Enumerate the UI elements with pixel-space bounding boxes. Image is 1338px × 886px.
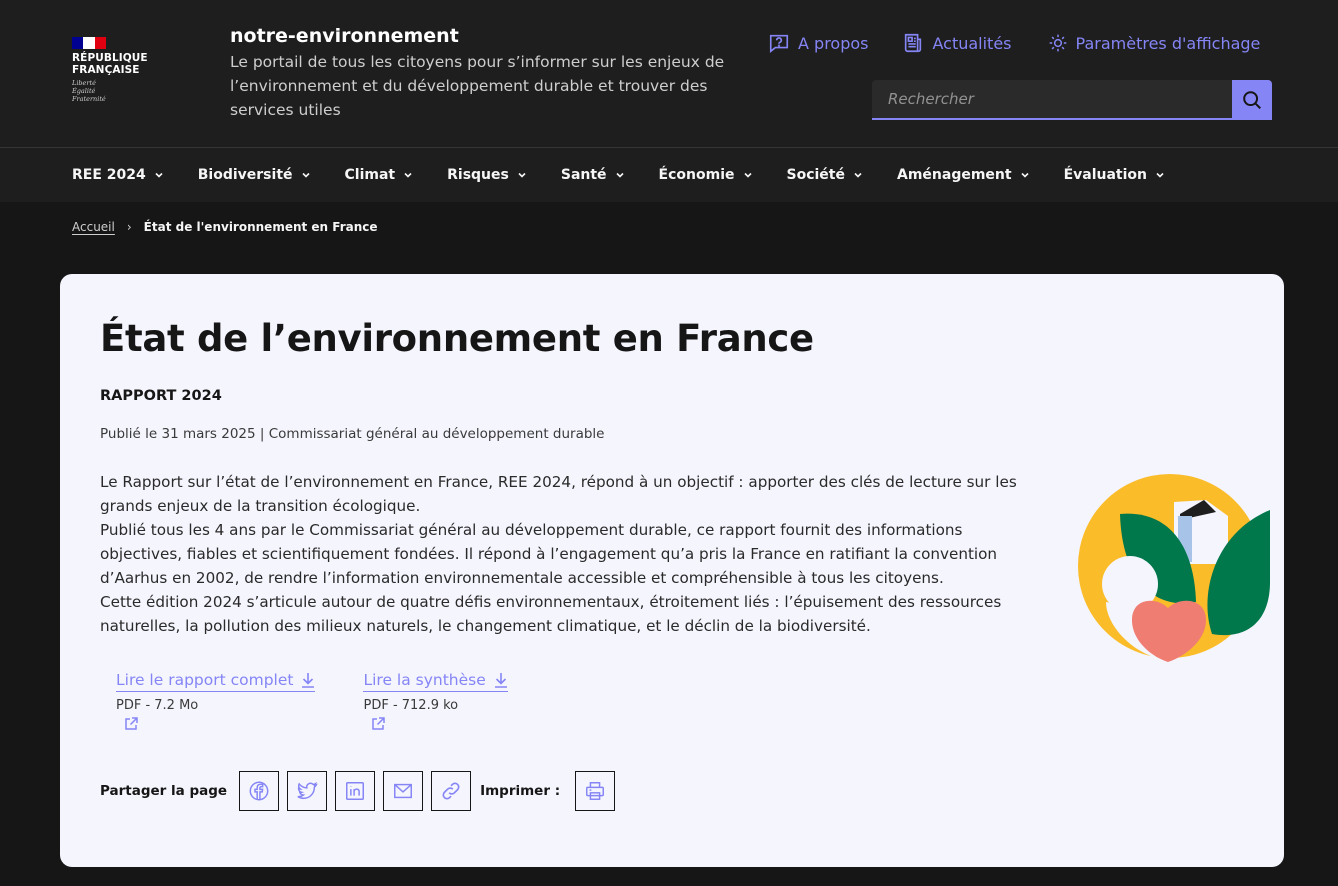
print-button[interactable] (575, 771, 616, 811)
mail-icon (394, 783, 413, 799)
logo-title: RÉPUBLIQUE FRANÇAISE (72, 52, 148, 76)
news-label: Actualités (932, 33, 1012, 53)
nav-label: Climat (344, 167, 396, 183)
download-synthesis-link[interactable]: Lire la synthèse (363, 671, 508, 692)
header: RÉPUBLIQUE FRANÇAISE Liberté Égalité Fra… (0, 0, 1338, 147)
copy-link-button[interactable] (431, 771, 472, 811)
print-label: Imprimer : (480, 783, 561, 799)
printer-icon (586, 782, 605, 800)
main-navigation: REE 2024 Biodiversité Climat Risques San… (0, 147, 1338, 202)
chevron-down-icon (155, 172, 163, 178)
share-twitter-button[interactable] (287, 771, 328, 811)
search-icon (1243, 91, 1261, 109)
search-input[interactable] (872, 80, 1232, 120)
twitter-icon (297, 781, 318, 800)
newspaper-icon (905, 33, 922, 53)
facebook-icon (249, 781, 269, 801)
nav-label: Société (786, 167, 845, 183)
share-facebook-button[interactable] (239, 771, 280, 811)
nav-item-economie[interactable]: Économie (659, 167, 753, 183)
download-synthesis: Lire la synthèse PDF - 712.9 ko (363, 670, 508, 731)
page-title: État de l’environnement en France (100, 317, 814, 360)
display-settings-button[interactable]: Paramètres d'affichage (1048, 33, 1261, 53)
logo-motto: Liberté Égalité Fraternité (72, 79, 106, 103)
download-label: Lire le rapport complet (116, 671, 294, 689)
description-paragraph: Le Rapport sur l’état de l’environnement… (100, 473, 1017, 515)
share-label: Partager la page (100, 783, 228, 799)
share-bar: Partager la page Imprimer : (100, 771, 623, 811)
service-title[interactable]: notre-environnement (230, 24, 730, 48)
nav-item-evaluation[interactable]: Évaluation (1064, 167, 1165, 183)
chevron-right-icon: › (126, 220, 132, 234)
nav-label: REE 2024 (72, 167, 146, 183)
download-icon (302, 673, 315, 688)
breadcrumb: Accueil › État de l'environnement en Fra… (72, 220, 378, 234)
download-file-info: PDF - 712.9 ko (363, 698, 459, 713)
nav-item-societe[interactable]: Société (787, 167, 863, 183)
environment-illustration (1078, 474, 1270, 662)
about-label: A propos (798, 33, 869, 53)
chevron-down-icon (1021, 172, 1029, 178)
chevron-down-icon (518, 172, 526, 178)
display-settings-label: Paramètres d'affichage (1075, 33, 1261, 53)
content-card: État de l’environnement en France RAPPOR… (60, 274, 1284, 867)
description-paragraph: Publié tous les 4 ans par le Commissaria… (100, 521, 998, 587)
chevron-down-icon (1156, 172, 1164, 178)
chevron-down-icon (854, 172, 862, 178)
download-full-report-link[interactable]: Lire le rapport complet (116, 671, 316, 692)
description-paragraph: Cette édition 2024 s’articule autour de … (100, 593, 1002, 635)
republique-francaise-logo[interactable]: RÉPUBLIQUE FRANÇAISE Liberté Égalité Fra… (72, 37, 162, 103)
download-label: Lire la synthèse (363, 671, 486, 689)
about-link[interactable]: A propos (768, 32, 868, 54)
nav-item-biodiversite[interactable]: Biodiversité (198, 167, 311, 183)
service-tagline: Le portail de tous les citoyens pour s’i… (230, 53, 725, 119)
chevron-down-icon (743, 172, 752, 178)
nav-label: Aménagement (896, 167, 1012, 183)
link-icon (442, 782, 460, 800)
chevron-down-icon (301, 172, 310, 178)
publication-meta: Publié le 31 mars 2025 | Commissariat gé… (100, 426, 605, 442)
nav-label: Biodiversité (197, 167, 293, 183)
report-description: Le Rapport sur l’état de l’environnement… (100, 470, 1030, 638)
external-link-icon[interactable] (124, 717, 138, 731)
header-tools: A propos Actualités Paramètres d'afficha… (768, 32, 1260, 54)
share-email-button[interactable] (383, 771, 424, 811)
nav-item-climat[interactable]: Climat (345, 167, 414, 183)
breadcrumb-current: État de l'environnement en France (143, 220, 378, 234)
nav-label: Évaluation (1063, 167, 1148, 183)
download-icon (494, 673, 507, 688)
search-button[interactable] (1232, 80, 1272, 120)
report-kicker: RAPPORT 2024 (100, 388, 222, 404)
question-icon (769, 34, 789, 53)
chevron-down-icon (615, 172, 624, 178)
download-file-info: PDF - 7.2 Mo (116, 698, 199, 713)
breadcrumb-home-link[interactable]: Accueil (72, 220, 115, 234)
download-full-report: Lire le rapport complet PDF - 7.2 Mo (116, 670, 316, 731)
nav-item-ree-2024[interactable]: REE 2024 (72, 167, 164, 183)
nav-label: Risques (447, 167, 509, 183)
nav-item-sante[interactable]: Santé (561, 167, 625, 183)
nav-item-risques[interactable]: Risques (447, 167, 527, 183)
chevron-down-icon (404, 172, 412, 178)
downloads: Lire le rapport complet PDF - 7.2 Mo Lir… (116, 670, 556, 731)
nav-item-amenagement[interactable]: Aménagement (897, 167, 1030, 183)
service-block: notre-environnement Le portail de tous l… (230, 24, 730, 122)
news-link[interactable]: Actualités (902, 32, 1012, 54)
nav-label: Santé (560, 167, 607, 183)
sun-icon (1049, 34, 1066, 52)
share-linkedin-button[interactable] (335, 771, 376, 811)
nav-label: Économie (658, 167, 735, 183)
flag-icon (72, 37, 106, 49)
linkedin-icon (346, 782, 365, 800)
external-link-icon[interactable] (371, 717, 386, 731)
search-bar (872, 80, 1272, 120)
